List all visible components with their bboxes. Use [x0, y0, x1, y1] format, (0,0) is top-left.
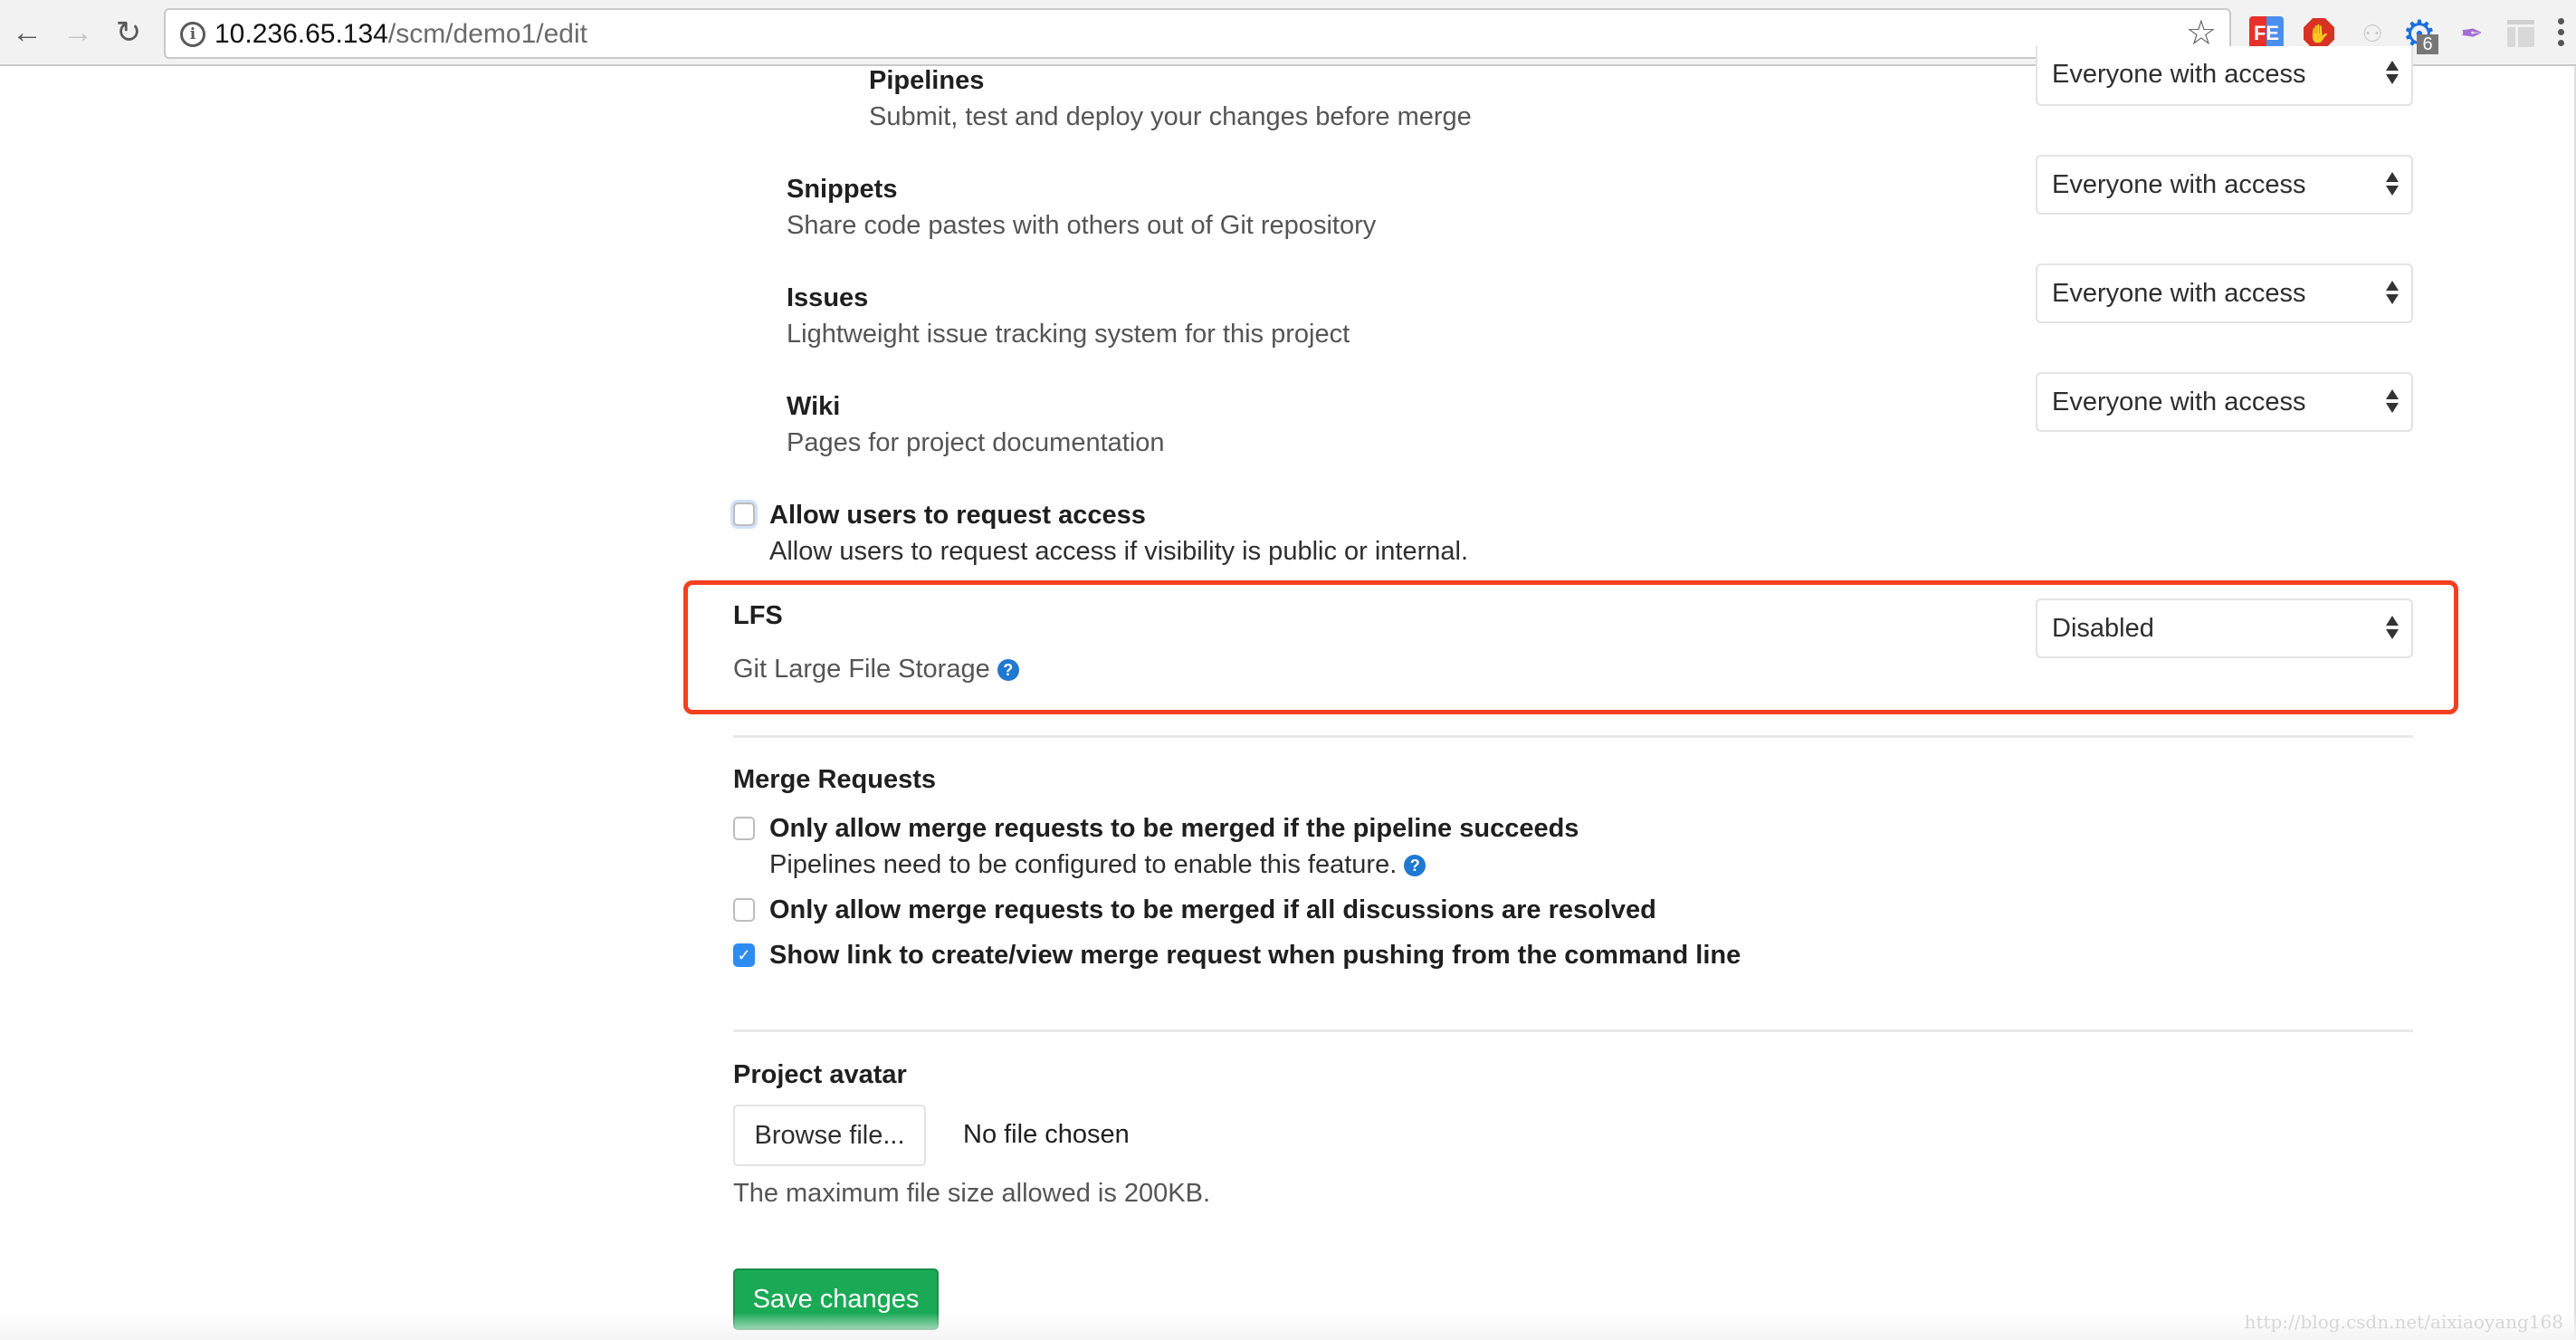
- layout-extension-icon[interactable]: [2504, 16, 2538, 51]
- help-icon[interactable]: ?: [1404, 855, 1426, 876]
- divider: [733, 735, 2413, 738]
- feature-title-snippets: Snippets: [787, 175, 898, 204]
- discussions-resolved-label[interactable]: Only allow merge requests to be merged i…: [769, 895, 1656, 925]
- pipelines-access-select[interactable]: Everyone with access: [2036, 46, 2413, 106]
- browse-file-button[interactable]: Browse file...: [733, 1105, 926, 1166]
- quill-extension-icon[interactable]: ✒: [2455, 16, 2489, 51]
- watermark: http://blog.csdn.net/aixiaoyang168: [2244, 1311, 2563, 1333]
- request-access-label[interactable]: Allow users to request access: [769, 500, 1146, 531]
- select-arrows-icon: [2386, 172, 2399, 199]
- select-arrows-icon: [2386, 616, 2399, 643]
- browser-menu-icon[interactable]: [2558, 18, 2565, 51]
- select-arrows-icon: [2386, 61, 2399, 88]
- request-access-checkbox[interactable]: [733, 502, 755, 526]
- snippets-access-select[interactable]: Everyone with access: [2036, 155, 2413, 215]
- bottom-fade: [0, 1313, 2576, 1340]
- pipeline-succeeds-label[interactable]: Only allow merge requests to be merged i…: [769, 813, 1579, 844]
- select-arrows-icon: [2386, 389, 2399, 416]
- discussions-resolved-checkbox[interactable]: [733, 898, 755, 922]
- select-value: Disabled: [2052, 614, 2154, 643]
- lfs-title: LFS: [733, 601, 783, 630]
- forward-arrow-icon[interactable]: →: [58, 13, 98, 53]
- url-text[interactable]: 10.236.65.134/scm/demo1/edit: [215, 19, 587, 50]
- feature-title-issues: Issues: [787, 283, 869, 312]
- url-path: /scm/demo1/edit: [387, 19, 587, 49]
- adblock-hand: ✋: [2304, 18, 2334, 49]
- lfs-select[interactable]: Disabled: [2036, 598, 2413, 658]
- help-icon[interactable]: ?: [997, 659, 1019, 681]
- feature-desc-issues: Lightweight issue tracking system for th…: [787, 320, 1350, 349]
- select-value: Everyone with access: [2052, 170, 2306, 199]
- site-info-icon[interactable]: i: [180, 22, 205, 47]
- feature-desc-pipelines: Submit, test and deploy your changes bef…: [869, 102, 1472, 131]
- lfs-desc-text: Git Large File Storage: [733, 655, 990, 684]
- divider: [733, 1029, 2413, 1032]
- file-status: No file chosen: [963, 1120, 1130, 1149]
- extension-badge: 6: [2417, 34, 2438, 54]
- select-value: Everyone with access: [2052, 388, 2306, 416]
- merge-requests-title-text: Merge Requests: [733, 765, 937, 794]
- feature-title-pipelines: Pipelines: [869, 66, 985, 95]
- show-mr-link-checkbox[interactable]: ✓: [733, 943, 755, 967]
- select-arrows-icon: [2386, 281, 2399, 308]
- merge-requests-title: Merge Requests: [733, 764, 936, 795]
- wiki-access-select[interactable]: Everyone with access: [2036, 372, 2413, 432]
- project-avatar-title: Project avatar: [733, 1060, 907, 1089]
- feature-title-wiki: Wiki: [787, 392, 841, 421]
- save-changes-button[interactable]: Save changes: [733, 1268, 939, 1330]
- pipeline-help-text: Pipelines need to be configured to enabl…: [769, 850, 1398, 879]
- show-mr-link-label[interactable]: Show link to create/view merge request w…: [769, 940, 1741, 971]
- back-arrow-icon[interactable]: ←: [7, 13, 47, 53]
- issues-access-select[interactable]: Everyone with access: [2036, 263, 2413, 323]
- select-value: Everyone with access: [2052, 279, 2306, 308]
- feature-desc-wiki: Pages for project documentation: [787, 428, 1165, 457]
- file-size-hint: The maximum file size allowed is 200KB.: [733, 1179, 1211, 1208]
- reload-icon[interactable]: ↻: [109, 13, 148, 53]
- quill-glyph: ✒: [2460, 18, 2484, 49]
- sitemap-glyph: ⚇: [2361, 19, 2383, 47]
- lfs-desc: Git Large File Storage?: [733, 654, 1019, 684]
- request-access-desc: Allow users to request access if visibil…: [769, 537, 1469, 566]
- address-bar[interactable]: i 10.236.65.134/scm/demo1/edit ☆: [164, 8, 2231, 59]
- select-value: Everyone with access: [2052, 60, 2306, 89]
- pipeline-succeeds-checkbox[interactable]: [733, 817, 755, 840]
- url-host: 10.236.65.134: [215, 19, 388, 49]
- feature-desc-snippets: Share code pastes with others out of Git…: [787, 211, 1377, 240]
- pipeline-succeeds-help: Pipelines need to be configured to enabl…: [769, 849, 1426, 880]
- fe-label: FE: [2253, 22, 2280, 44]
